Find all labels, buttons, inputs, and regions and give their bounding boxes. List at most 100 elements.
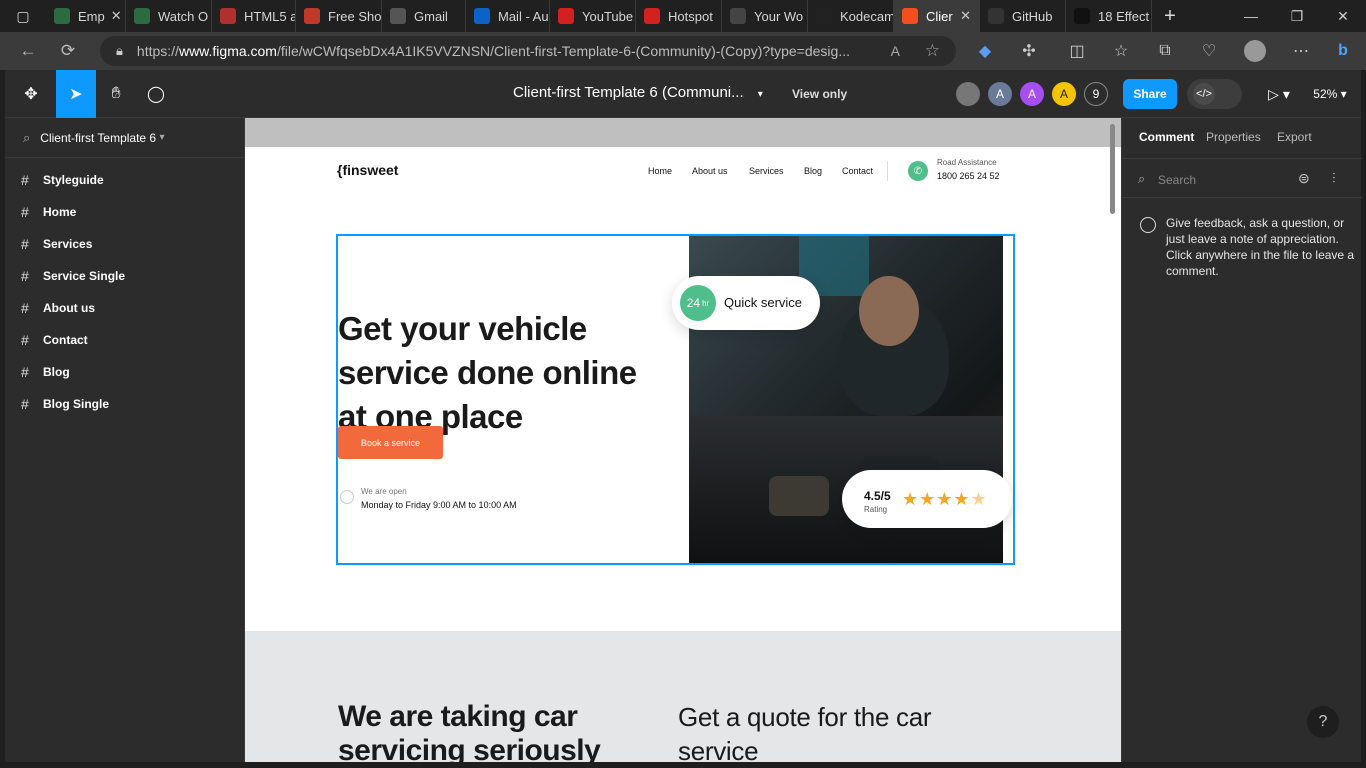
avatar-count[interactable]: 9 [1084,82,1108,106]
page-item[interactable]: # Services [5,228,244,260]
avatar-photo[interactable] [956,82,980,106]
chevron-down-icon: ▾ [757,89,763,100]
refresh-button[interactable]: ⟳ [48,32,88,70]
comment-hint: Give feedback, ask a question, or just l… [1166,216,1355,278]
read-aloud-icon[interactable]: A [891,43,900,59]
profile-avatar[interactable] [1236,32,1274,70]
collections-icon[interactable]: ⧉ [1146,32,1184,70]
zoom-level[interactable]: 52% ▾ [1305,70,1355,118]
share-button[interactable]: Share [1123,79,1177,109]
bing-copilot-icon[interactable]: b [1324,32,1362,70]
page-item[interactable]: # Service Single [5,260,244,292]
more-menu-icon[interactable]: ⋯ [1282,32,1320,70]
page-label: Contact [43,333,88,347]
pages-panel: ⌕ Client-first Template 6 ▾ # Styleguide #… [5,118,245,762]
back-button[interactable]: ← [8,32,48,70]
settings-sliders-icon[interactable]: ⫶ [1332,170,1336,187]
file-title[interactable]: Client-first Template 6 (Communi... ▾ [513,84,763,101]
canvas[interactable]: {finsweet Home About us Services Blog Co… [245,118,1121,762]
browser-tab[interactable]: YouTube [550,0,636,32]
favorites-icon[interactable]: ☆ [1102,32,1140,70]
dev-mode-toggle[interactable]: </> [1187,79,1242,109]
tab-export[interactable]: Export [1277,130,1312,144]
tab-label: Hotspot [668,8,713,24]
canvas-scrollbar[interactable] [1110,124,1115,214]
nav-about[interactable]: About us [692,166,728,176]
close-tab-icon[interactable]: ✕ [105,8,122,24]
performance-icon[interactable]: ♡ [1190,32,1228,70]
bottom-edge [0,762,1366,768]
page-item[interactable]: # Home [5,196,244,228]
help-button[interactable]: ? [1307,706,1339,738]
nav-home[interactable]: Home [648,166,672,176]
nav-contact[interactable]: Contact [842,166,873,176]
move-tool-icon[interactable]: ➤ [56,70,96,118]
browser-tab[interactable]: Free Sho [296,0,382,32]
tab-label: Your Wo [754,8,804,24]
tab-comment[interactable]: Comment [1139,130,1194,144]
browser-tab[interactable]: Emp ✕ [46,0,126,32]
browser-tab[interactable]: Gmail [382,0,466,32]
url-host: www.figma.com [178,43,277,59]
nav-divider [887,161,888,181]
extensions-puzzle-icon[interactable]: ✣ [1010,32,1048,70]
tab-label: 18 Effect [1098,8,1150,24]
tab-properties[interactable]: Properties [1206,130,1261,144]
page-item[interactable]: # Blog [5,356,244,388]
figma-menu-icon[interactable]: ✥ [13,70,49,118]
avatar[interactable]: A [988,82,1012,106]
view-only-label: View only [792,87,848,101]
avatar[interactable]: A [1020,82,1044,106]
url-path: /file/wCWfqsebDx4A1IK5VVZNSN/Client-firs… [276,43,850,59]
split-screen-icon[interactable]: ◫ [1058,32,1096,70]
section2-right-heading: Get a quote for the car service [678,702,932,762]
close-window-icon[interactable]: ✕ [1320,0,1366,32]
frame-hash-icon: # [21,396,29,412]
tab-favicon-icon [390,8,406,24]
extension-icon[interactable]: ◆ [966,32,1004,70]
browser-tab[interactable]: Clier ✕ [894,0,980,32]
minimize-icon[interactable]: — [1228,0,1274,32]
tab-favicon-icon [902,8,918,24]
favorite-star-icon[interactable]: ☆ [925,41,940,61]
browser-tab[interactable]: 18 Effect [1066,0,1152,32]
filter-icon[interactable]: ⊜ [1298,170,1310,187]
new-tab-button[interactable]: + [1152,0,1188,32]
comment-search[interactable]: ⌕ Search ⊜ ⫶ [1122,158,1362,198]
page-item[interactable]: # Styleguide [5,164,244,196]
browser-tab[interactable]: HTML5 a [212,0,296,32]
restore-icon[interactable]: ❐ [1274,0,1320,32]
search-placeholder: Search [1158,173,1197,187]
project-name[interactable]: ⌕ Client-first Template 6 ▾ [5,118,244,158]
page-item[interactable]: # About us [5,292,244,324]
browser-tab[interactable]: Kodecam [808,0,894,32]
tab-favicon-icon [988,8,1004,24]
tab-label: Gmail [414,8,448,24]
nav-blog[interactable]: Blog [804,166,822,176]
browser-tab[interactable]: Watch O [126,0,212,32]
tab-actions-icon[interactable]: ▢ [0,0,46,32]
hand-tool-icon[interactable]: ✋︎ [96,70,136,118]
frame-hash-icon: # [21,364,29,380]
page-label: Services [43,237,93,251]
page-item[interactable]: # Contact [5,324,244,356]
nav-services[interactable]: Services [749,166,784,176]
avatar[interactable]: A [1052,82,1076,106]
browser-tab[interactable]: GitHub [980,0,1066,32]
site-logo: {finsweet [337,162,399,178]
comment-tool-icon[interactable]: ◯ [136,70,176,118]
comments-panel: Comment Properties Export ⌕ Search ⊜ ⫶ G… [1121,118,1362,762]
tab-favicon-icon [54,8,70,24]
tab-label: Free Sho [328,8,382,24]
browser-tab[interactable]: Hotspot [636,0,722,32]
tab-label: HTML5 a [244,8,296,24]
page-item[interactable]: # Blog Single [5,388,244,420]
page-label: Home [43,205,77,219]
browser-tab[interactable]: Your Wo [722,0,808,32]
present-play-icon[interactable]: ▷ ▾ [1261,70,1297,118]
tab-favicon-icon [558,8,574,24]
browser-tab[interactable]: Mail - Au [466,0,550,32]
close-tab-icon[interactable]: ✕ [954,8,971,24]
url-field[interactable]: 🔒︎ https://www.figma.com/file/wCWfqsebDx… [100,36,956,66]
search-icon[interactable]: ⌕ [23,130,30,146]
